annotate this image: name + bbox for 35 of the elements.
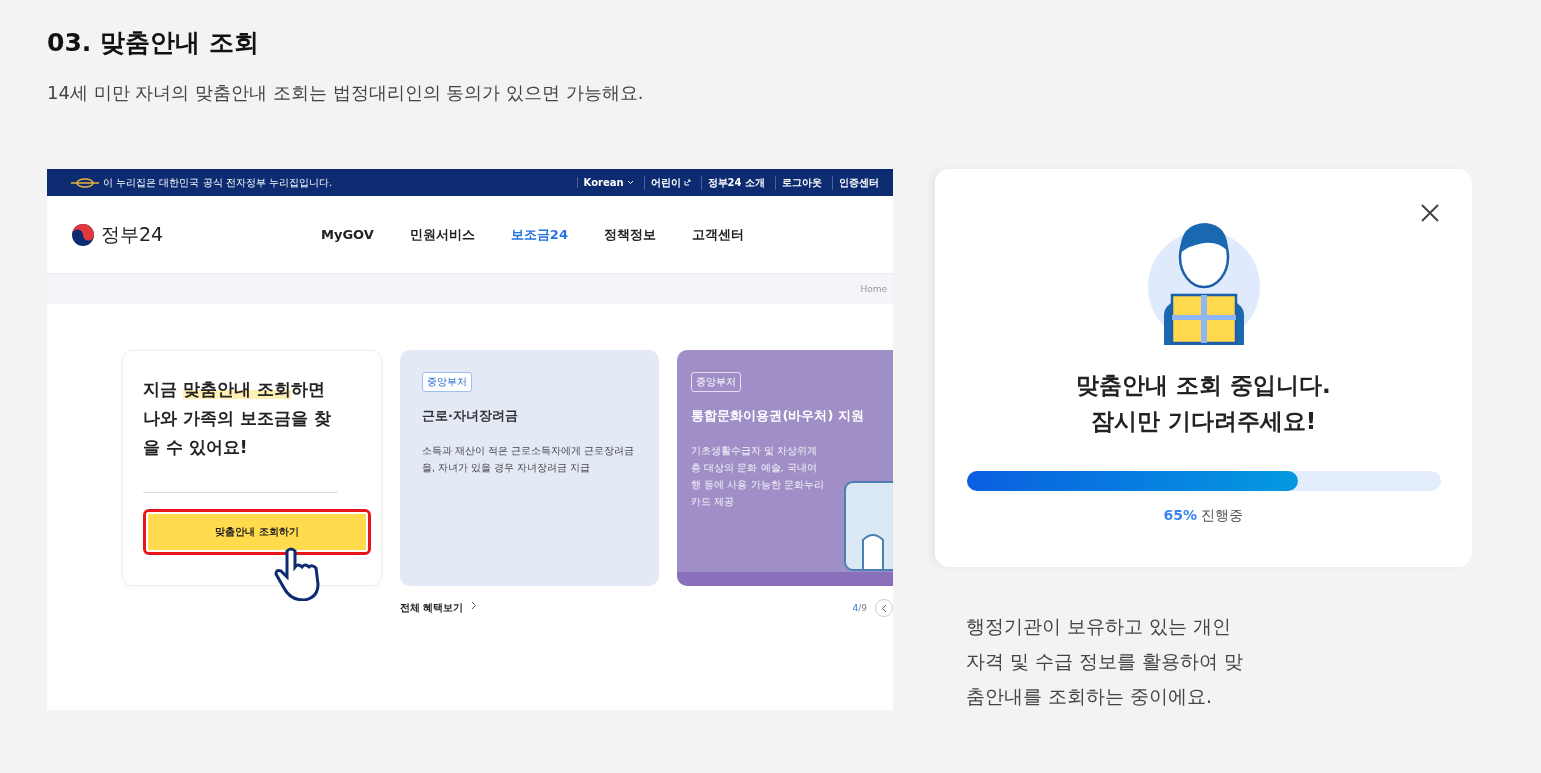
chevron-down-icon — [626, 180, 634, 185]
card-title: 근로·자녀장려금 — [422, 407, 519, 425]
top-link[interactable]: Korean — [576, 177, 640, 188]
top-link[interactable]: 로그아웃 — [775, 175, 828, 190]
card-title: 통합문화이용권(바우처) 지원 — [691, 407, 865, 425]
promo-headline: 지금 맞춤안내 조회하면 나와 가족의 보조금을 찾을 수 있어요! — [143, 375, 338, 493]
nav-item[interactable]: 고객센터 — [691, 225, 744, 244]
benefit-card[interactable]: 중앙부처 근로·자녀장려금 소득과 재산이 적은 근로소득자에게 근로장려금을, 자녀가 있을 경우 자녀장려금 지급 — [400, 350, 660, 586]
card-tag: 중앙부처 — [691, 372, 742, 392]
page-counter: 4/9 — [852, 603, 867, 613]
site-logo-text: 정부24 — [101, 221, 164, 247]
section-title: 03. 맞춤안내 조회 — [47, 27, 260, 59]
egov-logo-icon — [71, 177, 99, 188]
nav-item[interactable]: MyGOV — [321, 227, 374, 242]
card-description: 소득과 재산이 적은 근로소득자에게 근로장려금을, 자녀가 있을 경우 자녀장려금 지급 — [422, 444, 636, 475]
close-icon — [1420, 203, 1440, 223]
nav-item[interactable]: 민원서비스 — [409, 225, 475, 244]
caption-text: 행정기관이 보유하고 있는 개인 자격 및 수급 정보를 활용하여 맞춤안내를 조회하는 중이에요. — [966, 614, 1245, 709]
top-link[interactable]: 정부24 소개 — [700, 175, 771, 190]
card-description: 기초생활수급자 및 차상위계층 대상의 문화 예술, 국내여행 등에 사용 가능한 문화누리카드 제공 — [691, 444, 825, 509]
progress-status: 65% 진행중 — [1163, 507, 1244, 525]
dialog-title: 맞춤안내 조회 중입니다. 잠시만 기다려주세요! — [1075, 371, 1332, 436]
nav-item[interactable]: 보조금24 — [510, 225, 568, 244]
section-description: 14세 미만 자녀의 맞춤안내 조회는 법정대리인의 동의가 있으면 가능해요. — [47, 81, 645, 105]
taegeuk-logo-icon — [71, 222, 95, 247]
card-tag: 중앙부처 — [422, 372, 472, 392]
lookup-button[interactable]: 맞춤안내 조회하기 — [143, 509, 371, 555]
top-link[interactable]: 어린이 — [643, 175, 697, 190]
all-benefits-link[interactable]: 전체 혜택보기 — [400, 601, 853, 615]
external-link-icon — [683, 179, 691, 186]
chevron-left-icon — [881, 603, 887, 613]
top-link[interactable]: 인증센터 — [832, 175, 885, 190]
chevron-right-icon — [471, 601, 478, 610]
nav-item[interactable]: 정책정보 — [603, 225, 656, 244]
notice-text: 이 누리집은 대한민국 공식 전자정부 누리집입니다. — [103, 175, 334, 190]
